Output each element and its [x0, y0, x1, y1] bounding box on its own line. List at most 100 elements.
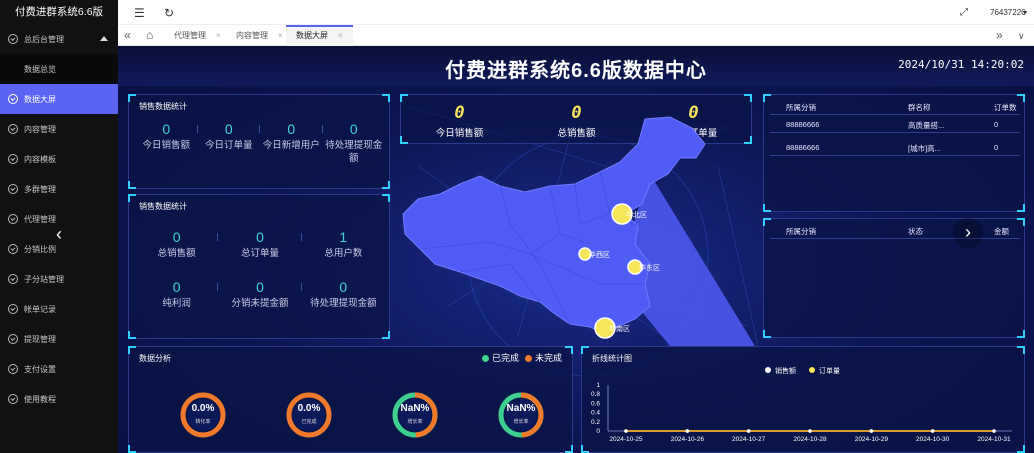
sidebar-item-label: 数据总览	[24, 64, 56, 74]
close-icon[interactable]: ×	[216, 31, 221, 40]
data-point[interactable]	[869, 429, 874, 433]
y-tick-label: 0.2	[591, 419, 600, 426]
sidebar-item-label: 多群管理	[24, 184, 56, 194]
data-point[interactable]	[746, 429, 751, 433]
ring-value: NaN%	[506, 403, 536, 414]
y-tick-label: 0.4	[591, 410, 600, 417]
tabs-next-button[interactable]: »	[996, 25, 1003, 46]
stat-value: 0	[349, 121, 358, 137]
legend-dot-icon	[524, 355, 532, 363]
stat-label: 分销未提金额	[231, 298, 289, 309]
table-cell: 0	[994, 120, 999, 129]
chevron-down-icon[interactable]: ▾	[1023, 8, 1027, 17]
stat-label: 今日新增用户	[262, 140, 320, 151]
sidebar-item[interactable]: 总后台管理	[0, 24, 118, 54]
ring-label: 转化率	[195, 419, 211, 425]
menu-item-icon	[8, 244, 18, 254]
stat-value: 0	[172, 229, 181, 245]
x-tick-label: 2024-10-25	[609, 436, 643, 443]
menu-icon[interactable]: ☰	[134, 6, 145, 20]
table-cell: 0	[994, 143, 999, 152]
column-header: 状态	[908, 227, 923, 236]
sidebar-item-label: 内容管理	[24, 124, 56, 134]
stat-label: 总销售额	[157, 248, 196, 259]
panel-title: 销售数据统计	[139, 202, 187, 211]
stat-item: 0 待处理提现金额	[323, 119, 386, 165]
sidebar-item[interactable]: 内容模板	[0, 144, 118, 174]
fullscreen-icon[interactable]: ⤢	[960, 7, 968, 18]
ring-label: 增长率	[407, 419, 423, 425]
x-tick-label: 2024-10-26	[671, 436, 705, 443]
stat-value: 0	[256, 229, 264, 245]
map-region-label: 华西区	[589, 250, 610, 259]
progress-ring: 0.0% 转化率	[179, 391, 227, 439]
refresh-icon[interactable]: ↻	[164, 6, 174, 20]
sidebar-item[interactable]: 多群管理	[0, 174, 118, 204]
data-point[interactable]	[624, 429, 628, 433]
sidebar-nav: 总后台管理 数据总览 数据大屏 内容管理 内容模板 多群管理 代理管理 分销比例 子分站管理 帐单…	[0, 24, 118, 414]
map-region-label: 华南区	[609, 324, 630, 333]
data-point[interactable]	[992, 429, 996, 433]
line-chart: 销售额 订单量 1 0.8 0.6 0.4 0.2 0 2024-10-25 2024-10-26…	[591, 366, 1012, 443]
stat-value: 0	[256, 279, 264, 295]
table-cell: 88886666	[786, 120, 820, 129]
tabs-prev-button[interactable]: «	[124, 25, 131, 46]
tab-item[interactable]: 内容管理 ×	[226, 25, 293, 46]
sidebar-item-label: 支付设置	[24, 364, 56, 374]
sidebar-item-label: 提现管理	[24, 334, 56, 344]
home-icon[interactable]: ⌂	[146, 25, 153, 46]
chevron-up-icon[interactable]	[100, 36, 108, 41]
menu-item-icon	[8, 154, 18, 164]
prev-arrow-button[interactable]: ‹	[44, 220, 74, 250]
sidebar-item[interactable]: 数据总览	[0, 54, 118, 84]
tab-item[interactable]: 数据大屏 ×	[286, 25, 353, 46]
sales-totals-panel: 销售数据统计 0 总销售额 0 总订单量 1 总用户数 0 纯利润 0 分销未提金额 0 待处理提现金…	[128, 194, 390, 339]
close-icon[interactable]: ×	[278, 31, 283, 40]
table-row[interactable]: 88886666 高质量搭... 0	[770, 115, 1020, 133]
legend-item[interactable]: 未完成	[524, 353, 562, 363]
data-point[interactable]	[930, 429, 935, 433]
menu-item-icon	[8, 274, 18, 284]
line-chart-panel: 折线统计图 销售额 订单量 1 0.8 0.6 0.4 0.2 0 2024-10-25 2024…	[581, 346, 1025, 453]
menu-item-icon	[8, 304, 18, 314]
tab-item[interactable]: 代理管理 ×	[164, 25, 231, 46]
ring-value: 0.0%	[191, 403, 215, 414]
sidebar-item-label: 内容模板	[24, 154, 56, 164]
table-row[interactable]: 88886666 [城市]高... 0	[770, 138, 1020, 156]
sidebar-item[interactable]: 使用教程	[0, 384, 118, 414]
ring-label: 已完成	[301, 419, 317, 425]
user-name[interactable]: 76437226	[990, 8, 1026, 17]
tab-label: 数据大屏	[296, 31, 328, 40]
menu-item-icon	[8, 214, 18, 224]
ring-graphic	[180, 392, 226, 438]
stat-item: 0 纯利润	[135, 277, 219, 310]
data-point[interactable]	[685, 429, 690, 433]
ring-value: 0.0%	[297, 403, 321, 414]
analysis-panel: 数据分析 已完成 未完成 0.0% 转化率 0.0% 已完成 NaN% 增长率 NaN% 增长率	[128, 346, 573, 453]
legend-label: 订单量	[819, 366, 840, 375]
sidebar-item[interactable]: 内容管理	[0, 114, 118, 144]
legend-item[interactable]: 已完成	[481, 353, 519, 363]
sidebar-item[interactable]: 帐单记录	[0, 294, 118, 324]
sidebar-item[interactable]: 提现管理	[0, 324, 118, 354]
data-screen: 付费进群系统6.6版数据中心 2024/10/31 14:20:02 销售数据统…	[118, 46, 1034, 453]
menu-item-icon	[8, 184, 18, 194]
table-cell: 88886666	[786, 143, 820, 152]
ring-graphic	[286, 392, 332, 438]
data-point[interactable]	[808, 429, 812, 433]
stat-value: 0	[172, 279, 181, 295]
menu-item-icon	[8, 394, 18, 404]
legend-dot-icon	[481, 355, 489, 363]
sales-stats-panel: 销售数据统计 0 今日销售额 0 今日订单量 0 今日新增用户 0 待处理提现金额	[128, 94, 390, 189]
tabs-more-button[interactable]: ∨	[1018, 25, 1025, 46]
stat-label: 纯利润	[162, 298, 191, 309]
ring-graphic	[392, 392, 438, 438]
stat-item: 0 总销售额	[135, 227, 219, 260]
ring-graphic	[498, 392, 544, 438]
stat-value: 0	[162, 121, 171, 137]
close-icon[interactable]: ×	[338, 31, 343, 40]
sidebar-item[interactable]: 支付设置	[0, 354, 118, 384]
next-arrow-button[interactable]: ›	[953, 218, 983, 248]
sidebar-item[interactable]: 子分站管理	[0, 264, 118, 294]
sidebar-item[interactable]: 数据大屏	[0, 84, 118, 114]
